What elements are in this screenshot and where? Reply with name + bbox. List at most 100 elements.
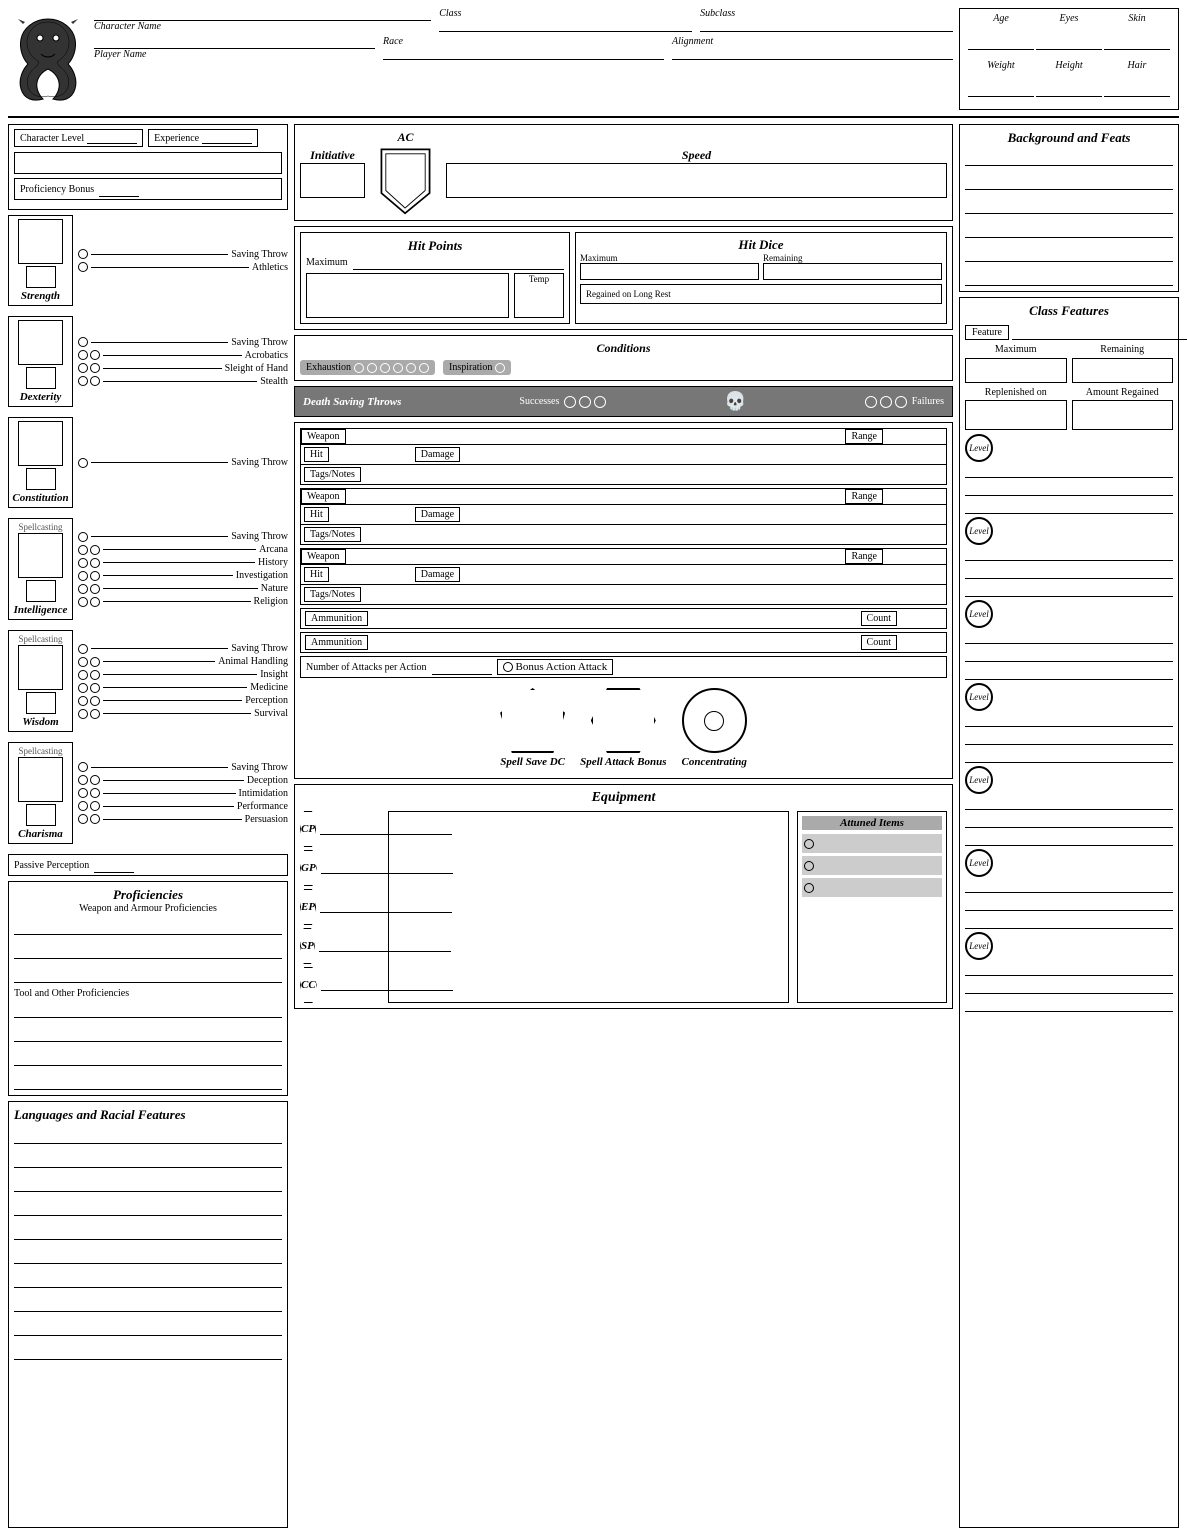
- weapon1-hit-input[interactable]: [332, 447, 412, 462]
- int-history-c1[interactable]: [78, 558, 88, 568]
- race-input[interactable]: [383, 47, 664, 60]
- character-name-input[interactable]: [94, 8, 431, 21]
- failure-circle-3[interactable]: [895, 396, 907, 408]
- int-religion-c2[interactable]: [90, 597, 100, 607]
- wis-animal-c2[interactable]: [90, 657, 100, 667]
- strength-score-input[interactable]: [22, 223, 60, 261]
- experience-input[interactable]: [202, 132, 252, 144]
- cf-amount-input[interactable]: [1073, 401, 1173, 429]
- wisdom-save-circle[interactable]: [78, 644, 88, 654]
- charisma-mod-input[interactable]: [28, 806, 54, 824]
- dex-stealth-circle2[interactable]: [90, 376, 100, 386]
- attuned-circle-3[interactable]: [804, 883, 814, 893]
- wis-insight-c2[interactable]: [90, 670, 100, 680]
- dex-stealth-circle1[interactable]: [78, 376, 88, 386]
- inspiration-circle[interactable]: [495, 363, 505, 373]
- int-nature-c2[interactable]: [90, 584, 100, 594]
- failure-circle-2[interactable]: [880, 396, 892, 408]
- int-arcana-c1[interactable]: [78, 545, 88, 555]
- passive-perception-input[interactable]: [94, 857, 134, 873]
- weapon3-name-input[interactable]: [349, 549, 843, 564]
- dexterity-mod-input[interactable]: [28, 369, 54, 387]
- strength-save-circle[interactable]: [78, 249, 88, 259]
- charisma-score-input[interactable]: [22, 761, 60, 799]
- exhaustion-circle-2[interactable]: [367, 363, 377, 373]
- charisma-save-circle[interactable]: [78, 762, 88, 772]
- hp-temp-input[interactable]: [515, 284, 563, 317]
- hd-remaining-input[interactable]: [763, 263, 942, 280]
- intelligence-save-circle[interactable]: [78, 532, 88, 542]
- weapon2-range-input[interactable]: [886, 489, 946, 504]
- initiative-input[interactable]: [300, 163, 365, 198]
- wis-insight-c1[interactable]: [78, 670, 88, 680]
- exhaustion-circle-4[interactable]: [393, 363, 403, 373]
- success-circle-1[interactable]: [564, 396, 576, 408]
- wis-survival-c1[interactable]: [78, 709, 88, 719]
- cha-persuasion-c2[interactable]: [90, 814, 100, 824]
- skin-input[interactable]: [1104, 34, 1170, 49]
- ammo1-input[interactable]: [373, 611, 855, 626]
- spell-save-dc-input[interactable]: [513, 712, 553, 730]
- weapon3-range-input[interactable]: [886, 549, 946, 564]
- cf-feature-input[interactable]: [1012, 324, 1187, 340]
- int-nature-c1[interactable]: [78, 584, 88, 594]
- wis-animal-c1[interactable]: [78, 657, 88, 667]
- dex-acrobatics-circle2[interactable]: [90, 350, 100, 360]
- hp-max-input[interactable]: [353, 254, 564, 270]
- int-arcana-c2[interactable]: [90, 545, 100, 555]
- wisdom-mod-input[interactable]: [28, 694, 54, 712]
- constitution-score-input[interactable]: [22, 425, 60, 463]
- weapon3-hit-input[interactable]: [332, 567, 412, 582]
- cha-intimidation-c1[interactable]: [78, 788, 88, 798]
- failure-circle-1[interactable]: [865, 396, 877, 408]
- exhaustion-circle-3[interactable]: [380, 363, 390, 373]
- constitution-save-circle[interactable]: [78, 458, 88, 468]
- ac-input[interactable]: [388, 75, 423, 93]
- attacks-input[interactable]: [432, 659, 492, 675]
- int-history-c2[interactable]: [90, 558, 100, 568]
- weapon1-range-input[interactable]: [886, 429, 946, 444]
- ammo1-count-input[interactable]: [902, 611, 942, 626]
- hd-max-input[interactable]: [580, 263, 759, 280]
- exhaustion-circle-5[interactable]: [406, 363, 416, 373]
- class-input[interactable]: [439, 19, 692, 32]
- cha-deception-c2[interactable]: [90, 775, 100, 785]
- bonus-attack-circle[interactable]: [503, 662, 513, 672]
- ammo2-input[interactable]: [373, 635, 855, 650]
- spell-attack-bonus-input[interactable]: [603, 712, 643, 730]
- weapon2-tags-input[interactable]: [361, 527, 943, 542]
- exhaustion-circle-6[interactable]: [419, 363, 429, 373]
- height-input[interactable]: [1036, 81, 1102, 96]
- wisdom-score-input[interactable]: [22, 649, 60, 687]
- cha-persuasion-c1[interactable]: [78, 814, 88, 824]
- strength-athletics-circle[interactable]: [78, 262, 88, 272]
- exhaustion-circle-1[interactable]: [354, 363, 364, 373]
- speed-input[interactable]: [446, 163, 947, 198]
- dex-sleight-circle1[interactable]: [78, 363, 88, 373]
- dex-acrobatics-circle1[interactable]: [78, 350, 88, 360]
- wis-perception-c2[interactable]: [90, 696, 100, 706]
- alignment-input[interactable]: [672, 47, 953, 60]
- weapon1-name-input[interactable]: [349, 429, 843, 444]
- dex-sleight-circle2[interactable]: [90, 363, 100, 373]
- wis-perception-c1[interactable]: [78, 696, 88, 706]
- strength-mod-input[interactable]: [28, 268, 54, 286]
- cf-max-input[interactable]: [966, 363, 1066, 378]
- subclass-input[interactable]: [700, 19, 953, 32]
- character-level-input[interactable]: [87, 132, 137, 144]
- weapon2-hit-input[interactable]: [332, 507, 412, 522]
- weapon1-damage-input[interactable]: [463, 447, 943, 462]
- wis-medicine-c2[interactable]: [90, 683, 100, 693]
- wis-survival-c2[interactable]: [90, 709, 100, 719]
- cf-remaining-input[interactable]: [1073, 363, 1173, 378]
- wis-medicine-c1[interactable]: [78, 683, 88, 693]
- intelligence-score-input[interactable]: [22, 537, 60, 575]
- weapon1-tags-input[interactable]: [361, 467, 943, 482]
- intelligence-mod-input[interactable]: [28, 582, 54, 600]
- hp-current-input[interactable]: [307, 274, 508, 317]
- cha-intimidation-c2[interactable]: [90, 788, 100, 798]
- cf-replenished-input[interactable]: [966, 401, 1066, 429]
- attuned-circle-1[interactable]: [804, 839, 814, 849]
- dexterity-save-circle[interactable]: [78, 337, 88, 347]
- hair-input[interactable]: [1104, 81, 1170, 96]
